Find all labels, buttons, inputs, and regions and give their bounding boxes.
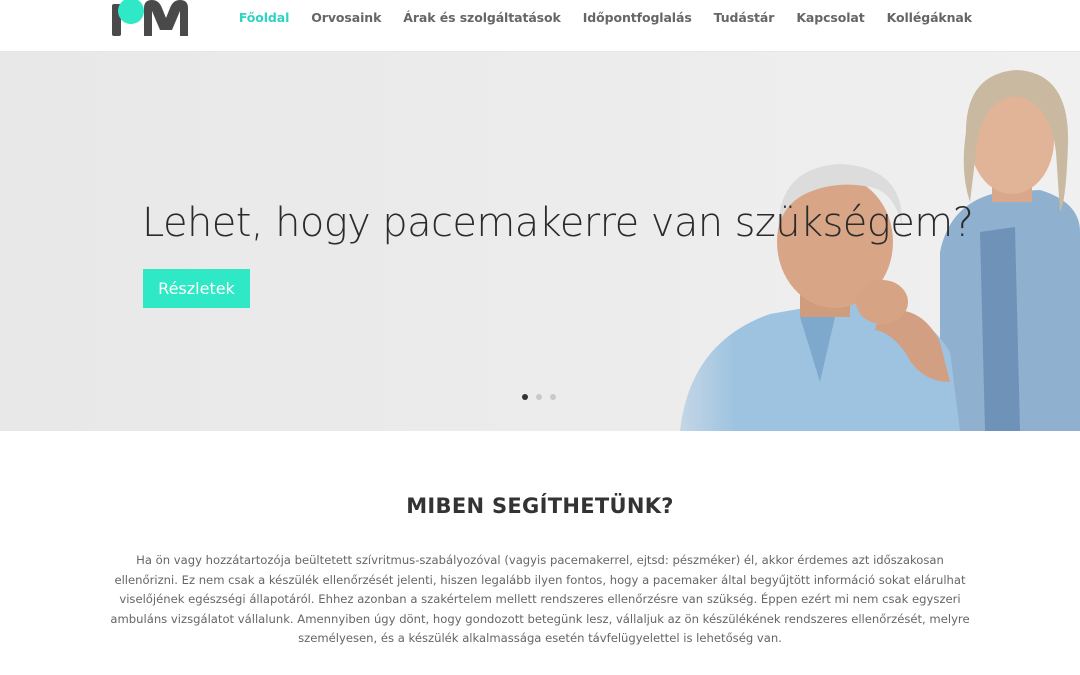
nav-item-orvosaink[interactable]: Orvosaink: [311, 10, 381, 25]
site-header: Főoldal Orvosaink Árak és szolgáltatások…: [0, 0, 1080, 52]
hero-slider: Lehet, hogy pacemakerre van szükségem? R…: [0, 52, 1080, 431]
slider-dot-1[interactable]: [522, 394, 528, 400]
site-logo[interactable]: [110, 0, 192, 36]
details-button[interactable]: Részletek: [143, 269, 250, 308]
slider-dot-2[interactable]: [536, 394, 542, 400]
slider-dot-3[interactable]: [550, 394, 556, 400]
hero-title: Lehet, hogy pacemakerre van szükségem?: [142, 200, 974, 246]
nav-item-idopontfoglalas[interactable]: Időpontfoglalás: [583, 10, 692, 25]
nav-item-fooldal[interactable]: Főoldal: [239, 10, 290, 25]
nav-item-arak[interactable]: Árak és szolgáltatások: [403, 10, 561, 25]
nav-item-kapcsolat[interactable]: Kapcsolat: [796, 10, 864, 25]
section-title: MIBEN SEGÍTHETÜNK?: [406, 494, 674, 518]
main-nav: Főoldal Orvosaink Árak és szolgáltatások…: [239, 10, 972, 25]
slider-pagination: [522, 394, 556, 400]
section-body-text: Ha ön vagy hozzátartozója beültetett szí…: [110, 553, 970, 645]
nav-item-tudastar[interactable]: Tudástár: [714, 10, 775, 25]
nav-item-kollegaknak[interactable]: Kollégáknak: [887, 10, 972, 25]
